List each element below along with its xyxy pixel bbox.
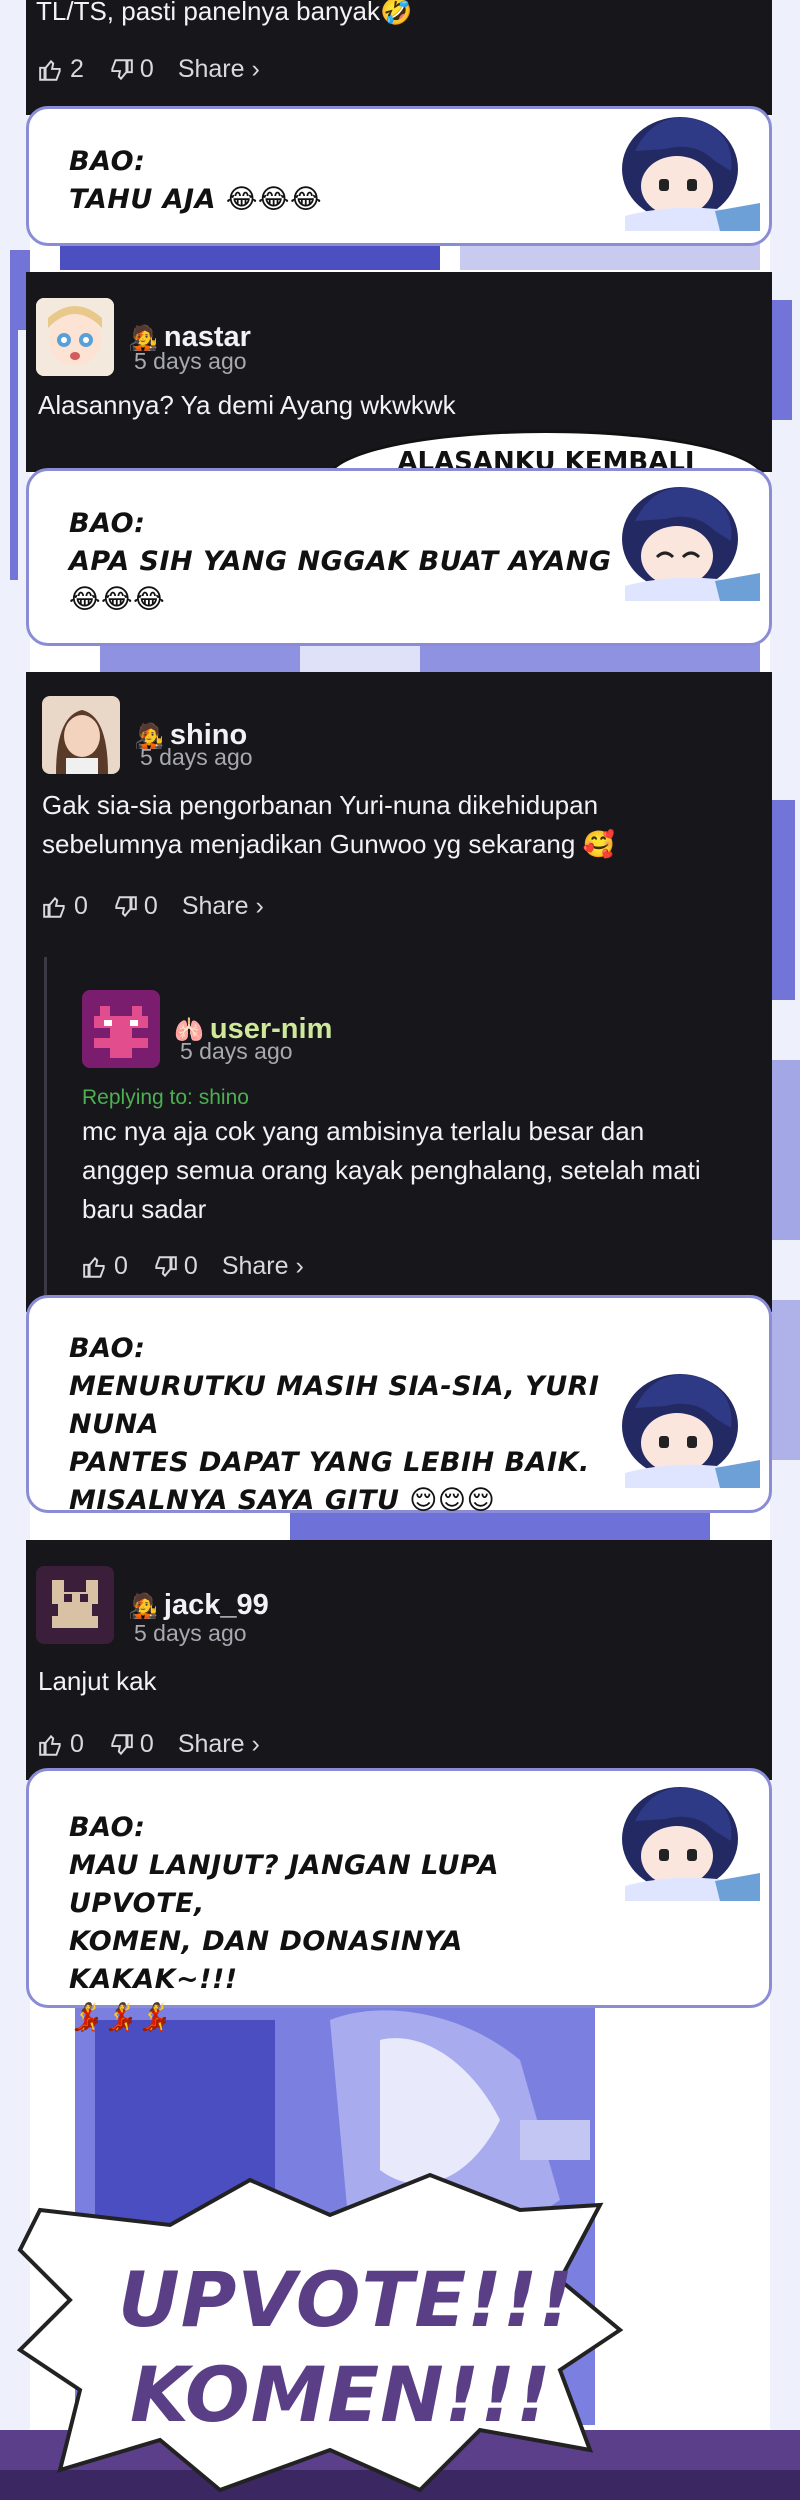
comment-text: Alasannya? Ya demi Ayang wkwkwk bbox=[38, 390, 456, 420]
bao-speech-bubble: BAO: MENURUTKU MASIH SIA-SIA, YURI NUNA … bbox=[26, 1295, 772, 1516]
bubble-line: PANTES DAPAT YANG LEBIH BAIK. bbox=[69, 1447, 590, 1478]
bubble-line: APA SIH YANG NGGAK BUAT AYANG bbox=[69, 546, 612, 577]
bubble-text: BAO: MENURUTKU MASIH SIA-SIA, YURI NUNA … bbox=[69, 1330, 629, 1520]
user-badge-icon: 🧑‍🎤 bbox=[128, 1592, 158, 1620]
dislike-button[interactable]: 0 bbox=[108, 55, 154, 84]
bao-mascot-icon bbox=[622, 487, 760, 601]
reply-user-nim: 🫁 user-nim 5 days ago Replying to: shino … bbox=[82, 990, 762, 1290]
thumbs-up-icon bbox=[43, 896, 65, 918]
thumbs-up-icon bbox=[39, 1734, 61, 1756]
thumbs-down-icon bbox=[111, 1733, 133, 1755]
bao-speech-bubble: BAO: APA SIH YANG NGGAK BUAT AYANG 😂😂😂 bbox=[26, 468, 772, 646]
comment-actions: 2 0 Share › bbox=[38, 55, 260, 84]
bubble-text: BAO: MAU LANJUT? JANGAN LUPA UPVOTE, KOM… bbox=[69, 1809, 629, 2037]
bao-speech-bubble: BAO: MAU LANJUT? JANGAN LUPA UPVOTE, KOM… bbox=[26, 1768, 772, 2033]
username[interactable]: 🧑‍🎤 jack_99 bbox=[128, 1589, 269, 1622]
bubble-line: KOMEN, DAN DONASINYA KAKAK~!!! bbox=[69, 1926, 463, 1995]
avatar bbox=[36, 298, 114, 376]
dislike-button[interactable]: 0 bbox=[152, 1252, 198, 1281]
bubble-line: MENURUTKU MASIH SIA-SIA, YURI NUNA bbox=[69, 1371, 600, 1440]
avatar-image bbox=[82, 990, 160, 1068]
bao-mascot-icon bbox=[622, 1787, 760, 1901]
bao-speech-bubble: BAO: TAHU AJA 😂😂😂 bbox=[26, 106, 772, 246]
comment-jack-99: 🧑‍🎤 jack_99 5 days ago Lanjut kak 0 0 Sha… bbox=[26, 1540, 772, 1780]
bubble-speaker: BAO: bbox=[69, 508, 146, 539]
shout-line-upvote: UPVOTE!!! bbox=[118, 2255, 575, 2344]
bubble-line: MAU LANJUT? JANGAN LUPA UPVOTE, bbox=[69, 1850, 499, 1919]
comment-text: Gak sia-sia pengorbanan Yuri-nuna dikehi… bbox=[42, 790, 615, 859]
comment-actions: 0 0 Share › bbox=[38, 1730, 260, 1759]
thumbs-down-icon bbox=[155, 1255, 177, 1277]
bubble-line: 😂😂😂 bbox=[69, 584, 166, 615]
bao-mascot-icon bbox=[622, 1374, 760, 1488]
dislike-count: 0 bbox=[139, 1730, 154, 1758]
comment-time: 5 days ago bbox=[140, 744, 253, 770]
comment-time: 5 days ago bbox=[134, 1620, 247, 1646]
avatar bbox=[82, 990, 160, 1068]
comment-time: 5 days ago bbox=[134, 348, 247, 374]
share-button[interactable]: Share › bbox=[182, 892, 264, 921]
comment-text: mc nya aja cok yang ambisinya terlalu be… bbox=[82, 1116, 701, 1224]
bubble-speaker: BAO: bbox=[69, 146, 146, 177]
dislike-count: 0 bbox=[183, 1252, 198, 1280]
dislike-count: 0 bbox=[143, 892, 158, 920]
comment-time: 5 days ago bbox=[180, 1038, 293, 1064]
bubble-speaker: BAO: bbox=[69, 1333, 146, 1364]
thumbs-down-icon bbox=[111, 58, 133, 80]
avatar bbox=[36, 1566, 114, 1644]
comment-actions: 0 0 Share › bbox=[82, 1252, 304, 1281]
like-count: 0 bbox=[74, 892, 88, 920]
bubble-text: BAO: APA SIH YANG NGGAK BUAT AYANG 😂😂😂 bbox=[69, 505, 629, 619]
dislike-button[interactable]: 0 bbox=[108, 1730, 154, 1759]
like-button[interactable]: 0 bbox=[82, 1252, 128, 1281]
avatar-image bbox=[42, 696, 120, 774]
bubble-speaker: BAO: bbox=[69, 1812, 146, 1843]
avatar-image bbox=[36, 1566, 114, 1644]
thumbs-up-icon bbox=[83, 1256, 105, 1278]
comment-shino: 🧑‍🎤 shino 5 days ago Gak sia-sia pengorba… bbox=[26, 672, 772, 1312]
bubble-line: MISALNYA SAYA GITU 😌😌😌 bbox=[69, 1485, 496, 1516]
share-button[interactable]: Share › bbox=[178, 1730, 260, 1759]
like-count: 2 bbox=[70, 55, 84, 83]
avatar bbox=[42, 696, 120, 774]
like-count: 0 bbox=[70, 1730, 84, 1758]
avatar-image bbox=[36, 298, 114, 376]
replying-to-label[interactable]: Replying to: shino bbox=[82, 1086, 249, 1110]
dislike-button[interactable]: 0 bbox=[112, 892, 158, 921]
thumbs-down-icon bbox=[115, 895, 137, 917]
share-button[interactable]: Share › bbox=[178, 55, 260, 84]
bao-mascot-icon bbox=[622, 117, 760, 231]
comment-text: TL/TS, pasti panelnya banyak🤣 bbox=[36, 0, 413, 26]
comment-nastar: 🧑‍🎤 nastar 5 days ago Alasannya? Ya demi … bbox=[26, 272, 772, 490]
like-button[interactable]: 2 bbox=[38, 55, 84, 84]
bubble-line: 💃💃💃 bbox=[69, 2002, 172, 2033]
thumbs-up-icon bbox=[39, 59, 61, 81]
like-count: 0 bbox=[114, 1252, 128, 1280]
shout-line-komen: KOMEN!!! bbox=[130, 2350, 552, 2439]
bubble-text: BAO: TAHU AJA 😂😂😂 bbox=[69, 143, 629, 219]
bubble-line: TAHU AJA 😂😂😂 bbox=[69, 184, 323, 215]
comment-actions: 0 0 Share › bbox=[42, 892, 264, 921]
dislike-count: 0 bbox=[139, 55, 154, 83]
reply-thread-line bbox=[44, 957, 47, 1307]
comment-text: Lanjut kak bbox=[38, 1666, 157, 1696]
share-button[interactable]: Share › bbox=[222, 1252, 304, 1281]
like-button[interactable]: 0 bbox=[42, 892, 88, 921]
like-button[interactable]: 0 bbox=[38, 1730, 84, 1759]
